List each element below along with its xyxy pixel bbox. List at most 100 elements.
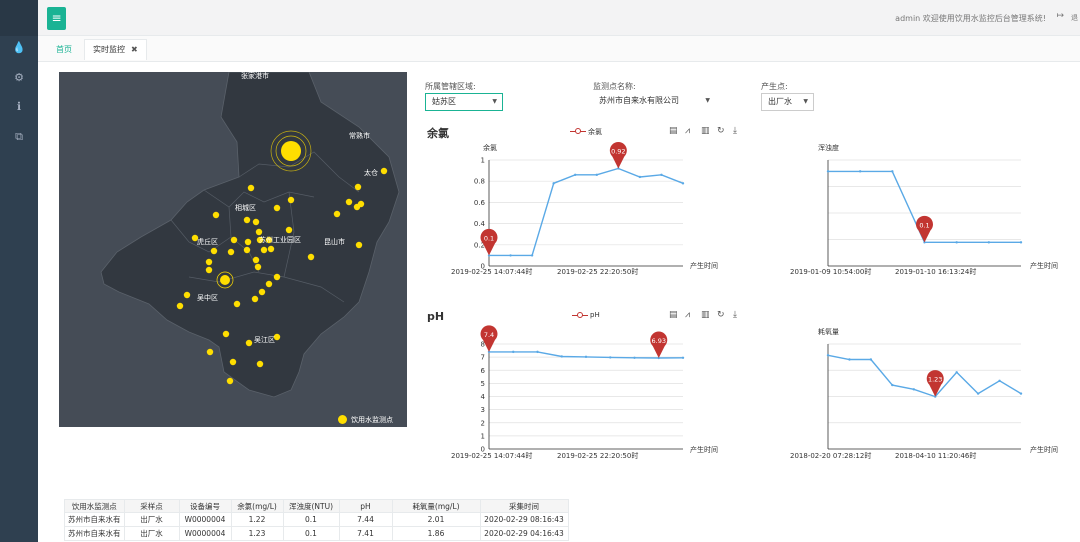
x-tick-label: 2019-02-25 14:07:44时 [451, 267, 532, 276]
table-header[interactable]: 采集时间 [479, 499, 569, 513]
monitor-point [273, 273, 281, 281]
chart-1: 浑浊度产生时间 2019-01-09 10:54:00时 2019-01-10 16… [790, 143, 1058, 276]
table-cell: 7.44 [338, 512, 393, 527]
monitor-point [251, 295, 259, 303]
y-tick-label: 1 [481, 432, 485, 440]
chlorine-legend-label[interactable]: 余氯 [588, 127, 602, 137]
legend-dot[interactable] [338, 415, 347, 424]
y-tick-label: 5 [481, 380, 485, 388]
download-icon[interactable]: ⤓ [733, 126, 737, 136]
line-chart-icon[interactable]: ⩘ [685, 126, 690, 136]
monitor-point [206, 348, 214, 356]
table-cell: 1.86 [391, 526, 481, 541]
y-axis-title: 浑浊度 [818, 143, 839, 152]
data-point [560, 355, 563, 358]
tab-home[interactable]: 首页 [56, 44, 72, 55]
info-icon[interactable]: ℹ [0, 96, 38, 118]
monitor-point-large [281, 141, 301, 161]
monitor-point [273, 204, 281, 212]
map-label-wuzhong: 吴中区 [197, 293, 218, 302]
monitor-point [258, 288, 266, 296]
drop-icon[interactable]: 💧 [0, 37, 38, 59]
x-axis-title: 产生时间 [690, 261, 718, 270]
refresh-icon[interactable]: ↻ [717, 310, 725, 320]
table-header[interactable]: 设备编号 [178, 499, 232, 513]
menu-toggle-button[interactable]: ≡ [47, 7, 66, 30]
monitor-point [245, 339, 253, 347]
copy-icon[interactable]: ⧉ [0, 126, 38, 148]
download-icon[interactable]: ⤓ [733, 310, 737, 320]
chlorine-legend-dot[interactable] [575, 128, 581, 134]
table-cell: 0.1 [282, 526, 340, 541]
y-tick-label: 0.8 [474, 178, 485, 186]
monitor-point [222, 330, 230, 338]
table-cell: 1.22 [230, 512, 284, 527]
tab-realtime-monitor-label: 实时监控 [93, 45, 125, 54]
monitoring-map[interactable]: 张家港市 常熟市 太仓 相城区 虎丘区 苏州工业园区 昆山市 吴中区 吴江区 饮… [59, 72, 407, 427]
bar-chart-icon[interactable]: ▥ [701, 310, 710, 320]
y-tick-label: 4 [481, 393, 486, 401]
monitor-point [287, 196, 295, 204]
refresh-icon[interactable]: ↻ [717, 126, 725, 136]
y-tick-label: 0.6 [474, 199, 486, 207]
logout-link[interactable]: 退 [1071, 13, 1078, 23]
table-header[interactable]: 浑浊度(NTU) [282, 499, 340, 513]
map-label-taicang: 太仓 [364, 168, 378, 177]
data-point [595, 173, 598, 177]
y-tick-label: 6 [481, 367, 486, 375]
monitor-point [205, 266, 213, 274]
chevron-down-icon: ▼ [492, 98, 497, 105]
suzhou-region-shape [100, 72, 400, 398]
table-header[interactable]: 采样点 [123, 499, 180, 513]
data-point [955, 371, 958, 374]
data-view-icon[interactable]: ▤ [669, 126, 678, 136]
station-select[interactable]: 苏州市自来水有限公司 ▼ [593, 93, 715, 111]
map-label-huqiu: 虎丘区 [197, 237, 218, 246]
bar-chart-icon[interactable]: ▥ [701, 126, 710, 136]
logout-icon[interactable]: ↦ [1056, 11, 1064, 21]
y-tick-label: 7 [481, 354, 485, 362]
map-label-xiangcheng: 相城区 [235, 203, 256, 212]
table-header[interactable]: 余氯(mg/L) [230, 499, 284, 513]
table-header-row: 饮用水监测点 采样点 设备编号 余氯(mg/L) 浑浊度(NTU) pH 耗氧量… [64, 499, 569, 513]
y-axis-title: 余氯 [483, 143, 497, 152]
ph-legend-dot[interactable] [577, 312, 583, 318]
line-chart-icon[interactable]: ⩘ [685, 310, 690, 320]
table-row[interactable]: 苏州市自来水有 出厂水 W0000004 1.23 0.1 7.41 1.86 … [64, 526, 569, 541]
x-axis-title: 产生时间 [1030, 261, 1058, 270]
monitor-point [227, 248, 235, 256]
table-row[interactable]: 苏州市自来水有 出厂水 W0000004 1.22 0.1 7.44 2.01 … [64, 512, 569, 527]
monitor-point [256, 360, 264, 368]
ph-legend-label[interactable]: pH [590, 311, 600, 319]
map-label-zhangjiagang: 张家港市 [241, 72, 269, 80]
tab-realtime-monitor[interactable]: 实时监控 ✖ [84, 39, 147, 60]
data-view-icon[interactable]: ▤ [669, 310, 678, 320]
table-cell: 7.41 [338, 526, 393, 541]
y-tick-label: 0 [481, 263, 485, 271]
gear-icon[interactable]: ⚙ [0, 67, 38, 89]
table-header[interactable]: 饮用水监测点 [64, 499, 125, 513]
point-select[interactable]: 出厂水 ▼ [761, 93, 814, 111]
data-point [934, 395, 937, 398]
data-point [574, 173, 577, 177]
marker-label: 0.1 [919, 221, 929, 229]
table-header[interactable]: 耗氧量(mg/L) [391, 499, 481, 513]
y-tick-label: 1 [481, 157, 485, 165]
data-point [487, 254, 491, 257]
area-select[interactable]: 姑苏区 ▼ [425, 93, 503, 111]
top-navbar: ≡ admin 欢迎使用饮用水监控后台管理系统! ↦ 退 [38, 0, 1080, 36]
close-icon[interactable]: ✖ [131, 45, 138, 54]
table-header[interactable]: pH [338, 499, 393, 513]
y-tick-label: 0 [481, 446, 485, 454]
map-legend-label[interactable]: 饮用水监测点 [351, 415, 393, 425]
monitor-point [205, 258, 213, 266]
monitor-point-large [220, 275, 230, 285]
map-label-kunshan: 昆山市 [324, 237, 345, 246]
data-point [509, 254, 512, 257]
table-cell: 2.01 [391, 512, 481, 527]
y-tick-label: 0.4 [474, 220, 486, 228]
table-cell: 苏州市自来水有 [64, 512, 125, 527]
table-cell: 2020-02-29 08:16:43 [479, 512, 569, 527]
monitor-point [244, 238, 252, 246]
monitor-point [230, 236, 238, 244]
